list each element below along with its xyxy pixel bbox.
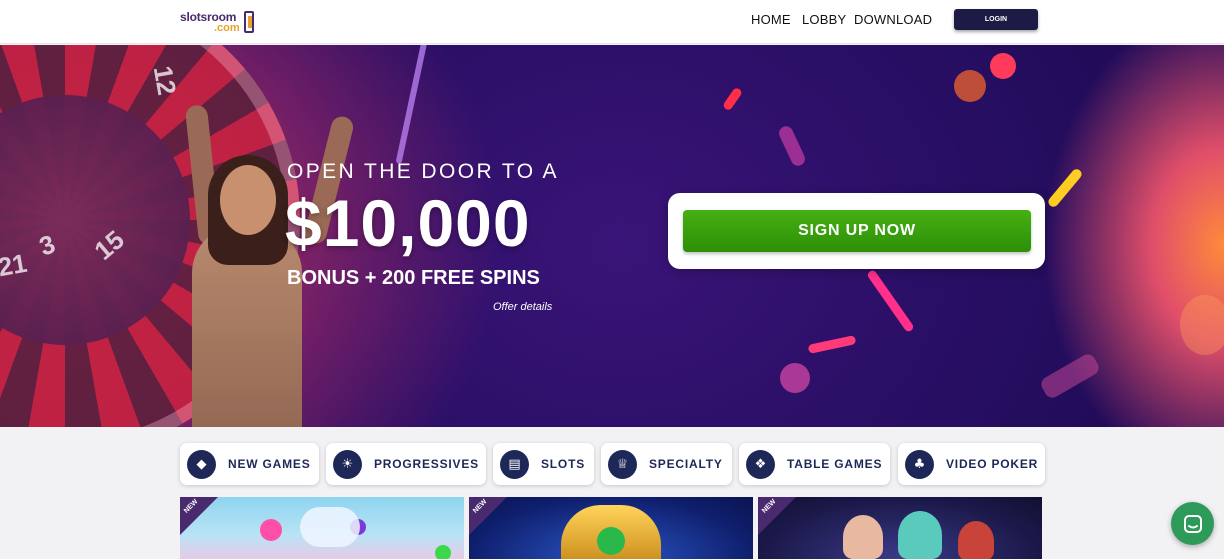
site-logo[interactable]: slotsroom .com xyxy=(180,8,260,36)
confetti-dot xyxy=(954,70,986,102)
category-label: TABLE GAMES xyxy=(787,457,883,471)
wheel-number: 21 xyxy=(0,247,30,283)
wheel-number: 12 xyxy=(147,63,183,98)
confetti-piece xyxy=(1038,351,1102,401)
category-label: NEW GAMES xyxy=(228,457,311,471)
crown-icon: ♕ xyxy=(608,449,637,479)
confetti-piece xyxy=(776,124,808,168)
hero-bonus-amount: $10,000 xyxy=(285,186,531,260)
logo-domain: .com xyxy=(214,22,240,34)
confetti-piece xyxy=(807,335,857,354)
site-header: slotsroom .com HOME LOBBY DOWNLOAD LOGIN xyxy=(0,0,1224,44)
confetti-dot xyxy=(990,53,1016,79)
category-label: SPECIALTY xyxy=(649,457,723,471)
neon-streak xyxy=(395,45,431,165)
confetti-dot xyxy=(1180,295,1224,355)
category-video-poker[interactable]: ♣ VIDEO POKER xyxy=(898,443,1045,485)
diamond-icon: ◆ xyxy=(187,449,216,479)
sun-icon: ☀ xyxy=(333,449,362,479)
slot-machine-icon: ▤ xyxy=(500,449,529,479)
nav-lobby-link[interactable]: LOBBY xyxy=(802,12,846,27)
game-category-bar: ◆ NEW GAMES ☀ PROGRESSIVES ▤ SLOTS ♕ SPE… xyxy=(0,443,1224,485)
category-label: PROGRESSIVES xyxy=(374,457,479,471)
chat-icon xyxy=(1183,514,1202,533)
hero-banner: 12 3 15 21 OPEN THE DOOR TO A $10,000 BO… xyxy=(0,45,1224,427)
category-label: VIDEO POKER xyxy=(946,457,1039,471)
chips-icon: ❖ xyxy=(746,449,775,479)
door-icon xyxy=(244,11,254,33)
offer-details-link[interactable]: Offer details xyxy=(493,301,552,313)
confetti-piece xyxy=(721,86,744,112)
game-tile[interactable]: NEW xyxy=(758,497,1042,559)
game-tile[interactable]: NEW xyxy=(180,497,464,559)
confetti-piece xyxy=(866,268,915,334)
chat-launcher-button[interactable] xyxy=(1171,502,1214,545)
category-progressives[interactable]: ☀ PROGRESSIVES xyxy=(326,443,486,485)
hero-headline: OPEN THE DOOR TO A xyxy=(287,160,559,183)
confetti-piece xyxy=(1046,167,1084,209)
game-tile[interactable]: NEW xyxy=(469,497,753,559)
category-specialty[interactable]: ♕ SPECIALTY xyxy=(601,443,732,485)
hero-model-image xyxy=(180,104,356,427)
sign-up-now-button[interactable]: SIGN UP NOW xyxy=(683,210,1031,252)
nav-download-link[interactable]: DOWNLOAD xyxy=(854,12,932,27)
hero-subheadline: BONUS + 200 FREE SPINS xyxy=(287,267,540,289)
category-label: SLOTS xyxy=(541,457,586,471)
category-table-games[interactable]: ❖ TABLE GAMES xyxy=(739,443,890,485)
category-new-games[interactable]: ◆ NEW GAMES xyxy=(180,443,319,485)
login-button[interactable]: LOGIN xyxy=(954,9,1038,30)
nav-home-link[interactable]: HOME xyxy=(751,12,791,27)
confetti-dot xyxy=(780,363,810,393)
category-slots[interactable]: ▤ SLOTS xyxy=(493,443,594,485)
cards-icon: ♣ xyxy=(905,449,934,479)
